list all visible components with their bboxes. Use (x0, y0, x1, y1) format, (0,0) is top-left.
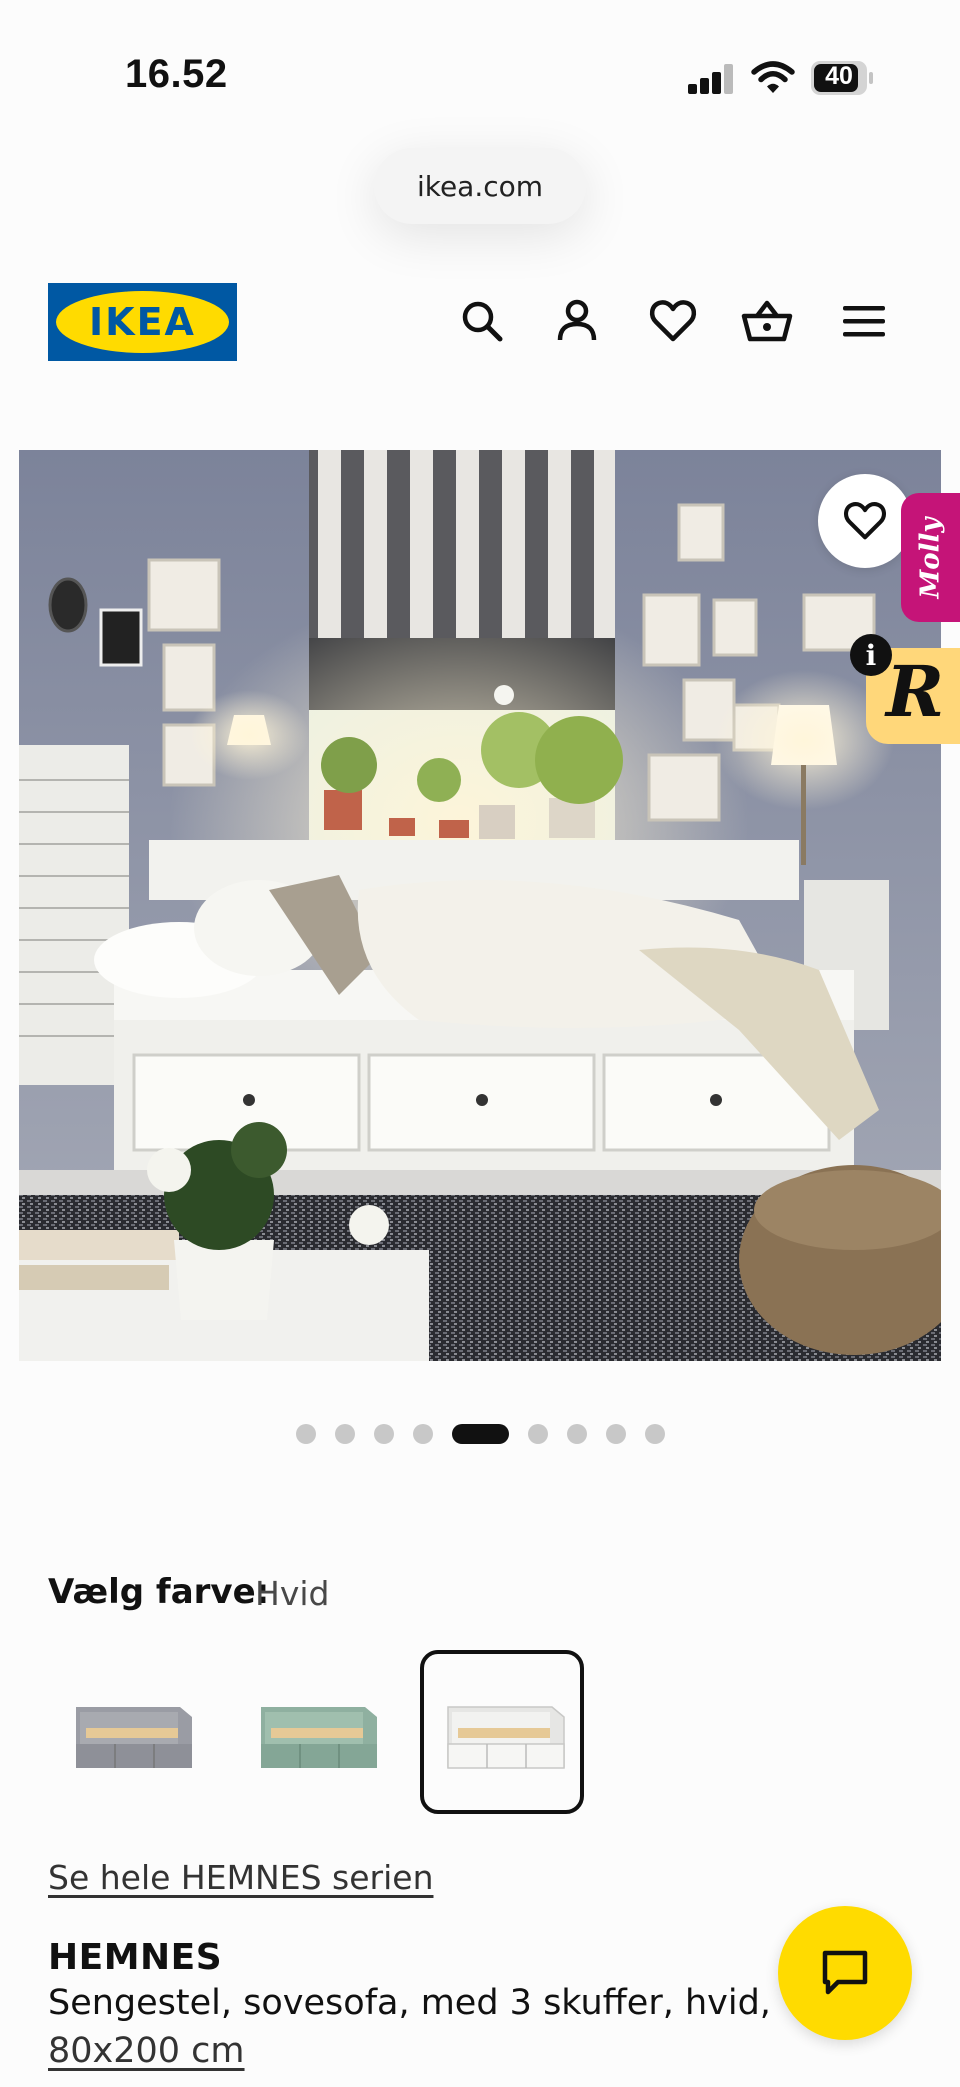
url-text: ikea.com (416, 169, 544, 203)
info-icon[interactable]: i (850, 634, 892, 676)
chat-icon (822, 1950, 868, 1995)
carousel-dot[interactable] (605, 1424, 626, 1444)
heart-icon[interactable] (643, 290, 703, 352)
product-name: HEMNES (48, 1937, 223, 1978)
series-link[interactable]: Se hele HEMNES serien (48, 1858, 433, 1897)
product-image[interactable] (19, 450, 941, 1361)
carousel-dots (0, 1423, 960, 1445)
carousel-dot[interactable] (412, 1424, 433, 1444)
heart-icon (844, 502, 886, 540)
carousel-dot[interactable] (334, 1424, 355, 1444)
carousel-dot-active[interactable] (451, 1424, 509, 1444)
menu-icon[interactable] (834, 290, 894, 352)
status-time: 16.52 (125, 52, 228, 96)
account-icon[interactable] (547, 290, 607, 352)
url-bar[interactable]: ikea.com (374, 148, 586, 224)
favourite-button[interactable] (818, 474, 912, 568)
carousel-dot[interactable] (373, 1424, 394, 1444)
colour-swatch-white[interactable] (420, 1650, 584, 1814)
search-icon[interactable] (452, 290, 512, 352)
product-description: Sengestel, sovesofa, med 3 skuffer, hvid… (48, 1983, 771, 2023)
molly-widget-tab[interactable]: Molly (901, 493, 960, 622)
battery-icon: 40 (810, 60, 876, 96)
carousel-dot[interactable] (295, 1424, 316, 1444)
molly-label: Molly (915, 517, 946, 598)
product-size-link[interactable]: 80x200 cm (48, 2031, 245, 2071)
signal-icon (688, 64, 734, 94)
colour-label: Vælg farve: (48, 1572, 270, 1612)
chat-button[interactable] (778, 1906, 912, 2040)
logo-text: IKEA (89, 300, 196, 344)
r-label: R (886, 650, 945, 733)
colour-swatch-grey[interactable] (48, 1650, 212, 1814)
wifi-icon (751, 60, 795, 96)
basket-icon[interactable] (737, 290, 797, 352)
carousel-dot[interactable] (527, 1424, 548, 1444)
battery-percentage: 40 (825, 62, 853, 90)
colour-swatch-green[interactable] (233, 1650, 397, 1814)
carousel-dot[interactable] (566, 1424, 587, 1444)
colour-selected-value: Hvid (255, 1574, 330, 1613)
ikea-logo[interactable]: IKEA (48, 283, 237, 361)
carousel-dot[interactable] (644, 1424, 665, 1444)
